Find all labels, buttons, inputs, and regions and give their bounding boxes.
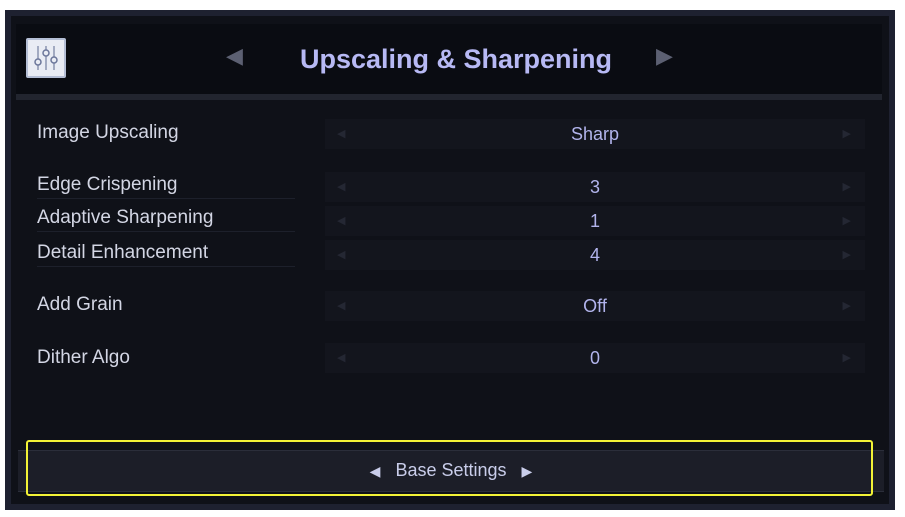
setting-value: 4 — [589, 245, 600, 265]
setting-value: 1 — [589, 211, 600, 231]
sliders-icon — [34, 46, 58, 70]
setting-selector-edge-crispening[interactable]: ◀ 3 ▶ — [325, 172, 865, 202]
setting-value: 0 — [589, 348, 600, 368]
increase-arrow-icon[interactable]: ▶ — [843, 206, 851, 236]
settings-button[interactable] — [26, 38, 66, 78]
setting-label-add-grain: Add Grain — [37, 294, 123, 315]
decrease-arrow-icon[interactable]: ◀ — [337, 291, 345, 321]
focus-highlight — [26, 440, 873, 496]
decrease-arrow-icon[interactable]: ◀ — [337, 119, 345, 149]
decrease-arrow-icon[interactable]: ◀ — [337, 343, 345, 373]
setting-label-image-upscaling: Image Upscaling — [37, 122, 179, 143]
setting-label-edge-crispening: Edge Crispening — [37, 172, 295, 199]
prev-page-arrow-icon[interactable]: ◀ — [226, 42, 243, 72]
setting-selector-add-grain[interactable]: ◀ Off ▶ — [325, 291, 865, 321]
next-page-arrow-icon[interactable]: ▶ — [656, 42, 673, 72]
decrease-arrow-icon[interactable]: ◀ — [337, 206, 345, 236]
increase-arrow-icon[interactable]: ▶ — [843, 240, 851, 270]
increase-arrow-icon[interactable]: ▶ — [843, 291, 851, 321]
decrease-arrow-icon[interactable]: ◀ — [337, 240, 345, 270]
setting-selector-adaptive-sharpening[interactable]: ◀ 1 ▶ — [325, 206, 865, 236]
setting-label-dither-algo: Dither Algo — [37, 347, 130, 368]
setting-selector-image-upscaling[interactable]: ◀ Sharp ▶ — [325, 119, 865, 149]
setting-selector-dither-algo[interactable]: ◀ 0 ▶ — [325, 343, 865, 373]
panel-header: ◀ Upscaling & Sharpening ▶ — [16, 24, 882, 100]
setting-value: Sharp — [570, 124, 620, 144]
setting-value: Off — [583, 296, 607, 316]
setting-label-detail-enhancement: Detail Enhancement — [37, 240, 295, 267]
decrease-arrow-icon[interactable]: ◀ — [337, 172, 345, 202]
increase-arrow-icon[interactable]: ▶ — [843, 172, 851, 202]
setting-value: 3 — [589, 177, 600, 197]
setting-label-adaptive-sharpening: Adaptive Sharpening — [37, 205, 295, 232]
setting-selector-detail-enhancement[interactable]: ◀ 4 ▶ — [325, 240, 865, 270]
increase-arrow-icon[interactable]: ▶ — [843, 119, 851, 149]
page-title: Upscaling & Sharpening — [299, 44, 613, 74]
increase-arrow-icon[interactable]: ▶ — [843, 343, 851, 373]
